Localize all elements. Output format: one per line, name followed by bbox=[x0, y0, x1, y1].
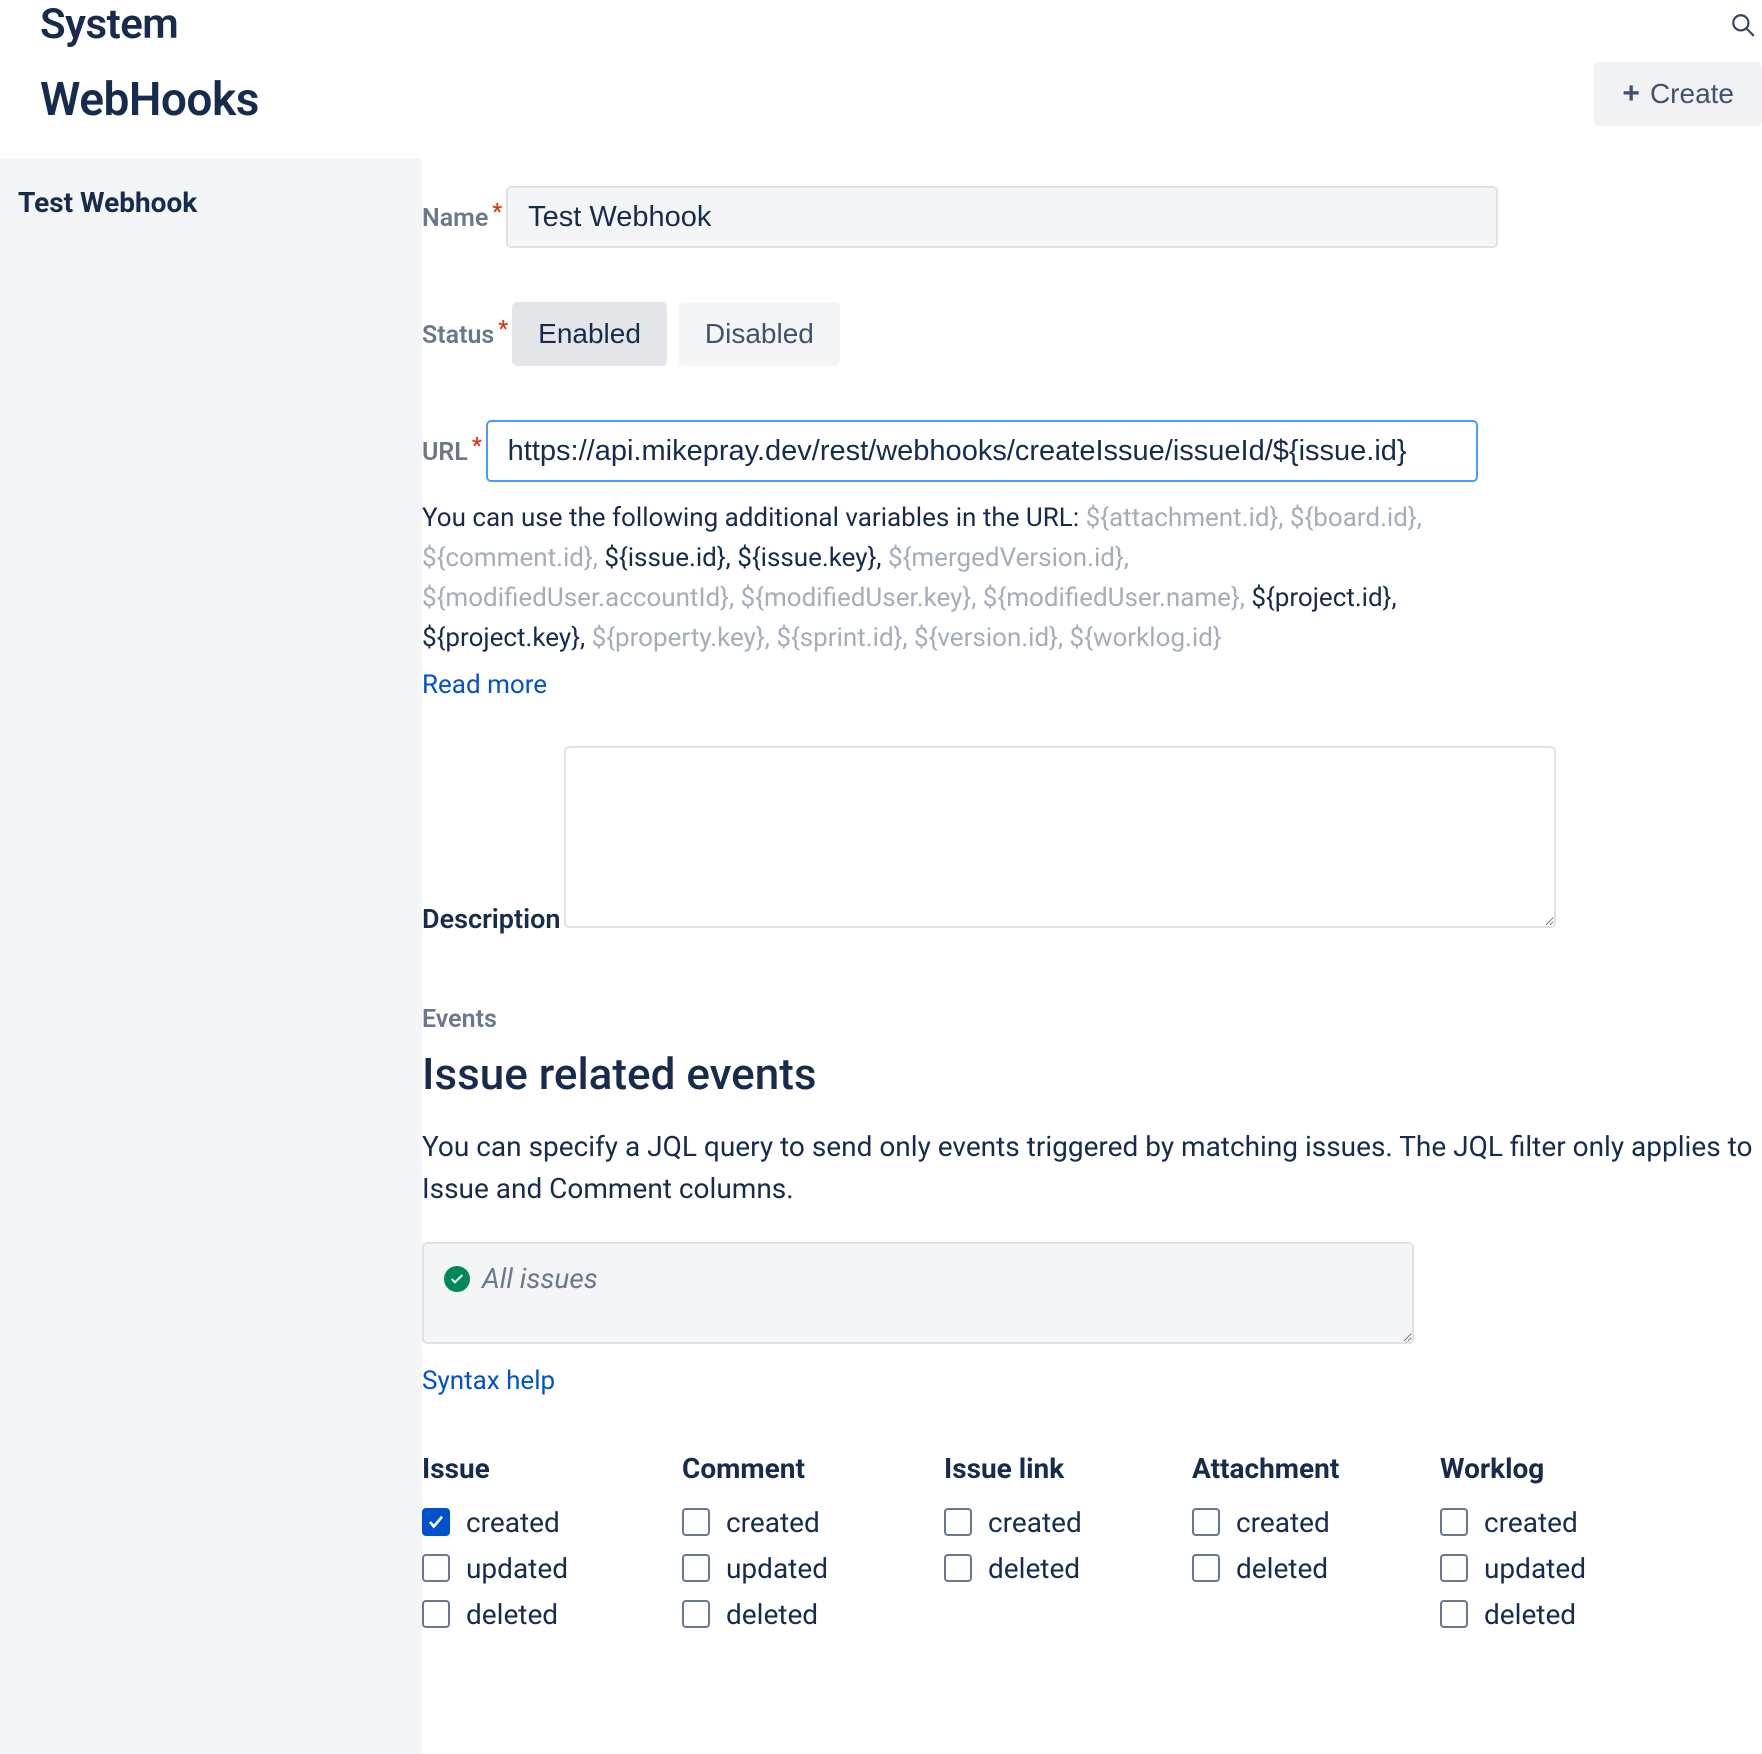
header: System WebHooks + Create bbox=[0, 0, 1762, 158]
event-checkbox-label: deleted bbox=[1236, 1552, 1328, 1585]
read-more-link[interactable]: Read more bbox=[422, 670, 547, 700]
sidebar-item-webhook[interactable]: Test Webhook bbox=[18, 186, 404, 219]
status-label: Status* bbox=[422, 321, 508, 350]
name-label: Name* bbox=[422, 204, 502, 233]
event-column: Comment created updated deleted bbox=[682, 1452, 944, 1637]
sidebar: Test Webhook bbox=[0, 158, 422, 1754]
event-checkbox-row: created bbox=[682, 1499, 944, 1545]
event-checkbox[interactable] bbox=[1192, 1554, 1220, 1582]
description-label: Description bbox=[422, 903, 560, 935]
event-checkbox-row: updated bbox=[1440, 1545, 1680, 1591]
status-field-group: Status* Enabled Disabled bbox=[422, 302, 1762, 366]
page-title: WebHooks bbox=[40, 73, 1722, 127]
check-circle-icon bbox=[444, 1266, 470, 1292]
event-checkbox[interactable] bbox=[1440, 1508, 1468, 1536]
event-column-title: Worklog bbox=[1440, 1452, 1680, 1485]
url-input[interactable] bbox=[486, 420, 1478, 482]
description-input[interactable] bbox=[564, 746, 1556, 928]
event-checkbox[interactable] bbox=[422, 1508, 450, 1536]
event-checkbox-row: updated bbox=[682, 1545, 944, 1591]
create-button-label: Create bbox=[1650, 78, 1734, 110]
event-checkbox[interactable] bbox=[682, 1600, 710, 1628]
required-icon: * bbox=[472, 434, 482, 459]
url-label: URL* bbox=[422, 438, 482, 467]
event-column-title: Attachment bbox=[1192, 1452, 1440, 1485]
event-column-title: Issue bbox=[422, 1452, 682, 1485]
url-field-group: URL* You can use the following additiona… bbox=[422, 420, 1762, 700]
event-checkbox-row: created bbox=[422, 1499, 682, 1545]
search-icon[interactable] bbox=[1730, 12, 1756, 38]
event-checkbox[interactable] bbox=[1440, 1554, 1468, 1582]
event-checkbox[interactable] bbox=[944, 1508, 972, 1536]
event-checkbox-label: created bbox=[1236, 1506, 1330, 1539]
event-column-title: Comment bbox=[682, 1452, 944, 1485]
event-checkbox-label: updated bbox=[1484, 1552, 1586, 1585]
event-checkbox[interactable] bbox=[1440, 1600, 1468, 1628]
event-checkbox[interactable] bbox=[1192, 1508, 1220, 1536]
status-toggle: Enabled Disabled bbox=[512, 302, 840, 366]
event-column: Issue created updated deleted bbox=[422, 1452, 682, 1637]
event-checkbox-label: created bbox=[1484, 1506, 1578, 1539]
event-column: Attachment created deleted bbox=[1192, 1452, 1440, 1637]
event-checkbox-row: deleted bbox=[1440, 1591, 1680, 1637]
events-title: Issue related events bbox=[422, 1048, 1762, 1100]
breadcrumb[interactable]: System bbox=[40, 0, 1722, 49]
event-checkbox-row: created bbox=[1440, 1499, 1680, 1545]
jql-input[interactable]: All issues bbox=[422, 1242, 1414, 1344]
status-disabled-button[interactable]: Disabled bbox=[679, 302, 840, 366]
event-checkbox[interactable] bbox=[422, 1554, 450, 1582]
event-checkbox-row: deleted bbox=[1192, 1545, 1440, 1591]
event-checkbox-label: created bbox=[726, 1506, 820, 1539]
event-checkbox-row: updated bbox=[422, 1545, 682, 1591]
events-description: You can specify a JQL query to send only… bbox=[422, 1126, 1762, 1210]
create-button[interactable]: + Create bbox=[1594, 62, 1762, 126]
event-column: Issue link created deleted bbox=[944, 1452, 1192, 1637]
event-column-title: Issue link bbox=[944, 1452, 1192, 1485]
name-field-group: Name* bbox=[422, 186, 1762, 248]
event-checkbox-row: deleted bbox=[682, 1591, 944, 1637]
event-checkbox-label: created bbox=[466, 1506, 560, 1539]
events-section-label: Events bbox=[422, 1005, 1762, 1034]
main-content: Name* Status* Enabled Disabled URL* bbox=[422, 158, 1762, 1754]
url-hint: You can use the following additional var… bbox=[422, 498, 1442, 658]
status-enabled-button[interactable]: Enabled bbox=[512, 302, 667, 366]
event-checkbox[interactable] bbox=[682, 1508, 710, 1536]
event-checkbox[interactable] bbox=[682, 1554, 710, 1582]
event-column: Worklog created updated deleted bbox=[1440, 1452, 1680, 1637]
name-input[interactable] bbox=[506, 186, 1498, 248]
event-checkbox-row: created bbox=[1192, 1499, 1440, 1545]
event-checkbox-label: updated bbox=[466, 1552, 568, 1585]
event-checkbox-label: deleted bbox=[726, 1598, 818, 1631]
required-icon: * bbox=[492, 200, 502, 225]
event-columns: Issue created updated deleted Comment created… bbox=[422, 1452, 1762, 1637]
plus-icon: + bbox=[1622, 79, 1640, 109]
event-checkbox-label: deleted bbox=[988, 1552, 1080, 1585]
syntax-help-link[interactable]: Syntax help bbox=[422, 1366, 555, 1396]
event-checkbox-row: deleted bbox=[422, 1591, 682, 1637]
event-checkbox-label: deleted bbox=[466, 1598, 558, 1631]
event-checkbox[interactable] bbox=[944, 1554, 972, 1582]
required-icon: * bbox=[498, 317, 508, 342]
event-checkbox-label: updated bbox=[726, 1552, 828, 1585]
event-checkbox-label: deleted bbox=[1484, 1598, 1576, 1631]
event-checkbox-row: deleted bbox=[944, 1545, 1192, 1591]
jql-placeholder: All issues bbox=[482, 1262, 598, 1295]
event-checkbox-row: created bbox=[944, 1499, 1192, 1545]
event-checkbox-label: created bbox=[988, 1506, 1082, 1539]
description-field-group: Description bbox=[422, 746, 1762, 945]
event-checkbox[interactable] bbox=[422, 1600, 450, 1628]
